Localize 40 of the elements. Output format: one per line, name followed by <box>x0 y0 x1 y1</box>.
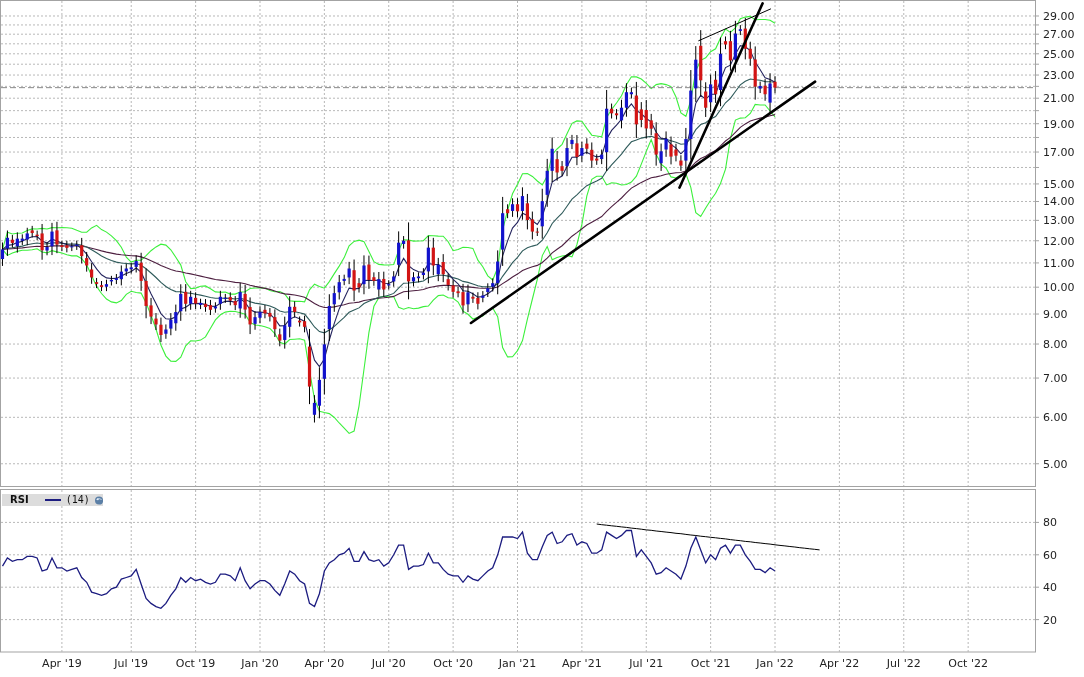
y-axis-label: 20 <box>1043 613 1057 627</box>
indicator-parameter: (14) <box>65 495 90 505</box>
x-axis-label: Apr '20 <box>304 657 345 670</box>
y-axis-label: 19.00 <box>1043 117 1075 131</box>
y-axis-label: 13.00 <box>1043 214 1075 228</box>
y-axis-label: 21.00 <box>1043 92 1075 106</box>
x-axis-label: Oct '20 <box>433 657 473 670</box>
x-axis-label: Jan '21 <box>498 657 537 670</box>
x-axis-label: Jul '19 <box>114 657 149 670</box>
y-axis-label: 6.00 <box>1043 411 1068 425</box>
x-axis-label: Jul '21 <box>629 657 664 670</box>
x-axis-label: Oct '21 <box>690 657 731 670</box>
y-axis-label: 80 <box>1043 516 1057 530</box>
x-axis-label: Jul '20 <box>371 657 406 670</box>
x-axis-label: Oct '22 <box>948 657 988 670</box>
y-axis-label: 23.00 <box>1043 69 1075 83</box>
y-axis-label: 60 <box>1043 548 1057 562</box>
y-axis-label: 5.00 <box>1043 457 1068 471</box>
y-axis-label: 27.00 <box>1043 28 1075 42</box>
x-axis-label: Jan '22 <box>756 657 794 670</box>
x-axis-label: Jul '22 <box>886 657 921 670</box>
y-axis-label: 12.00 <box>1043 234 1075 248</box>
y-axis-label: 7.00 <box>1043 372 1068 386</box>
y-axis-label: 10.00 <box>1043 281 1075 295</box>
y-axis-label: 11.00 <box>1043 256 1075 270</box>
y-axis-label: 14.00 <box>1043 195 1075 209</box>
y-axis-label: 15.00 <box>1043 177 1075 191</box>
x-axis-label: Oct '19 <box>175 657 216 670</box>
y-axis-label: 25.00 <box>1043 47 1075 61</box>
x-axis-label: Apr '19 <box>42 657 82 670</box>
x-axis-label: Apr '22 <box>819 657 860 670</box>
y-axis-label: 40 <box>1043 581 1057 595</box>
x-axis-label: Jan '20 <box>241 657 279 670</box>
indicator-label: RSI <box>10 495 29 505</box>
y-axis-label: 29.00 <box>1043 10 1075 23</box>
globe-icon[interactable] <box>94 495 103 505</box>
y-axis-label: 9.00 <box>1043 308 1068 322</box>
y-axis-label: 8.00 <box>1043 338 1068 352</box>
y-axis-label: 17.00 <box>1043 146 1075 160</box>
x-axis-label: Apr '21 <box>562 657 602 670</box>
